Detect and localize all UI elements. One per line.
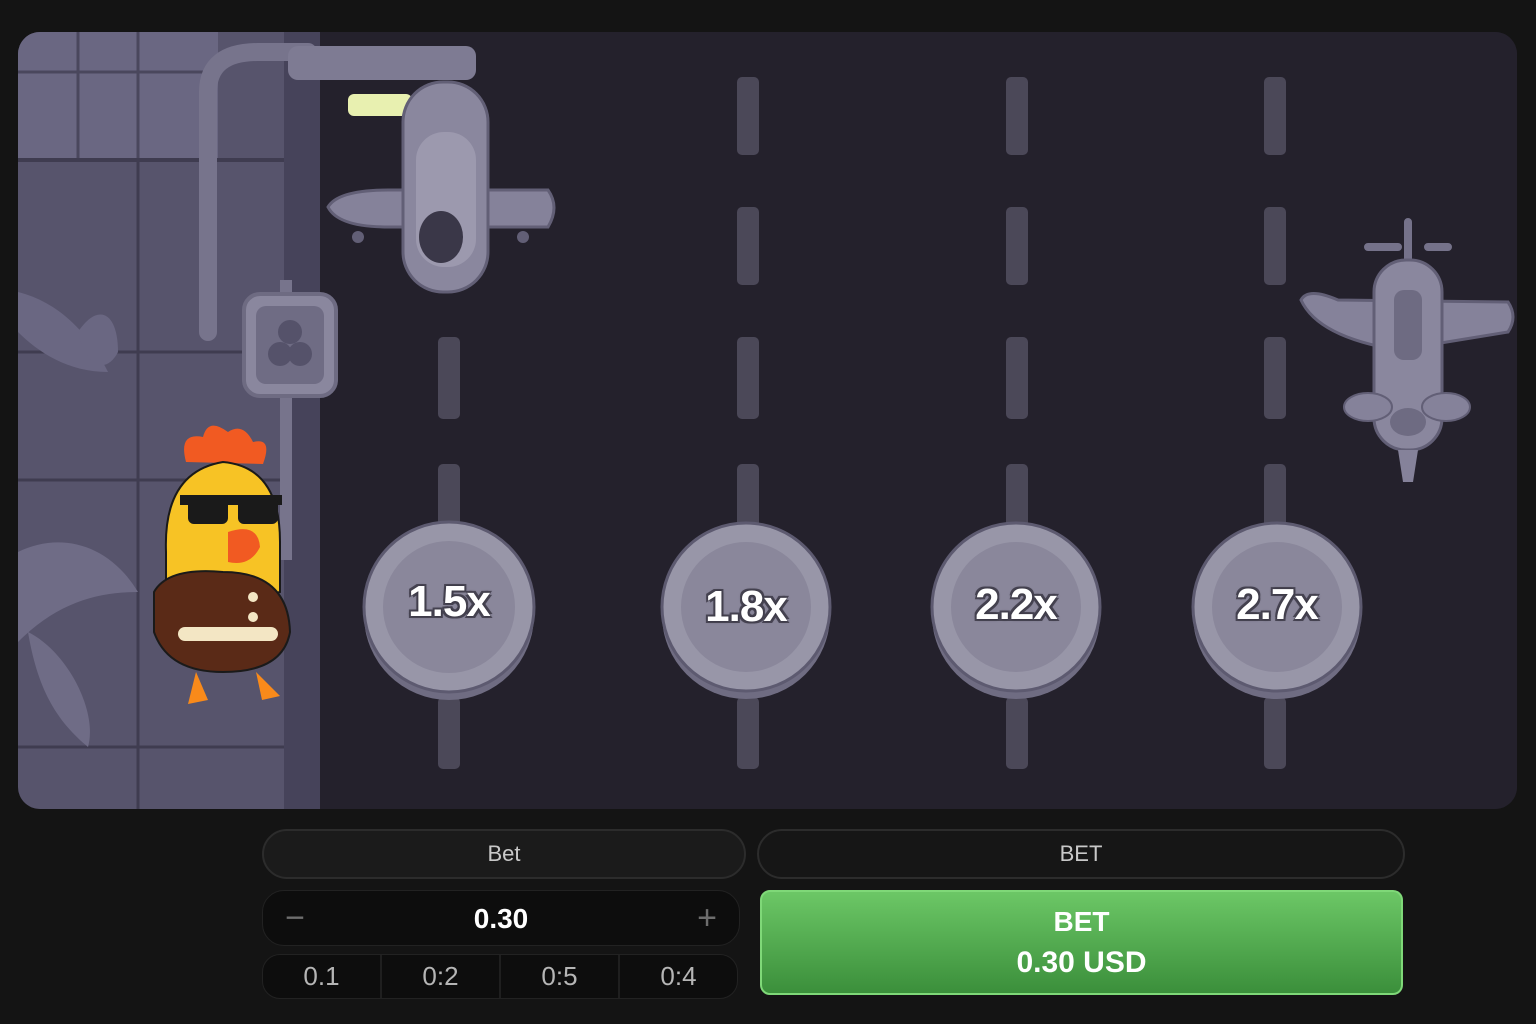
bet-amount-value[interactable]: 0.30 (263, 903, 739, 935)
bet-tab-label: Bet (487, 841, 521, 866)
game-scene: 1.5x 1.8x 2.2x 2.7x (18, 32, 1517, 809)
mode-tab-label: BET (1059, 841, 1103, 866)
road-background (18, 32, 1517, 809)
bet-tab[interactable]: Bet (262, 829, 746, 879)
quick-amounts: 0.1 0:2 0:5 0:4 (262, 954, 738, 999)
quick-amount-4[interactable]: 0:4 (620, 955, 737, 998)
bet-button-label: BET (1053, 906, 1110, 937)
mode-tab[interactable]: BET (757, 829, 1405, 879)
quick-amount-3[interactable]: 0:5 (501, 955, 620, 998)
increase-button[interactable]: + (687, 899, 727, 939)
bet-button-amount: 0.30 USD (1016, 946, 1147, 979)
quick-amount-2[interactable]: 0:2 (382, 955, 501, 998)
multiplier-3: 2.2x (975, 580, 1058, 629)
bet-button[interactable]: BET 0.30 USD (760, 890, 1403, 995)
multiplier-1: 1.5x (408, 577, 491, 626)
multiplier-2: 1.8x (705, 582, 788, 631)
multiplier-4: 2.7x (1236, 580, 1319, 629)
bet-amount-stepper: − 0.30 + (262, 890, 740, 946)
quick-amount-1[interactable]: 0.1 (263, 955, 382, 998)
